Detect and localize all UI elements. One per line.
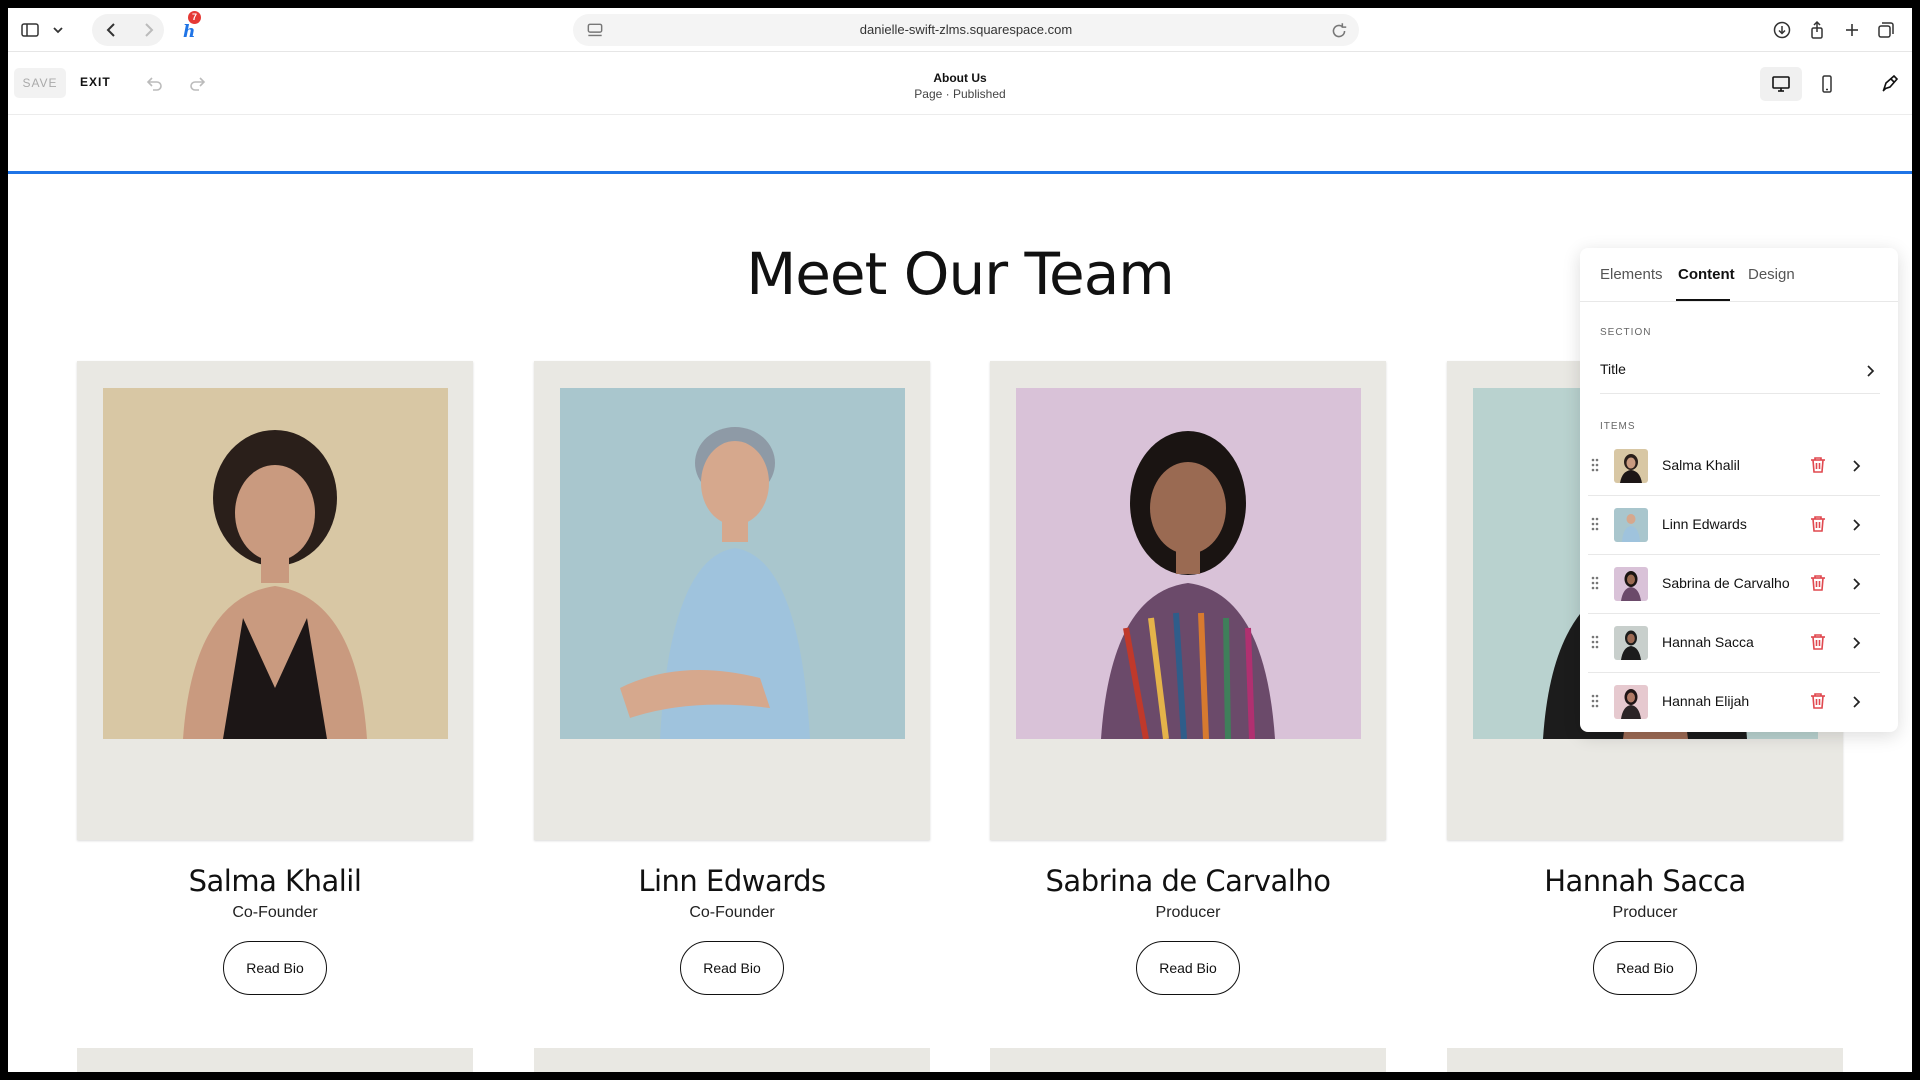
list-item[interactable]: Hannah Elijah <box>1588 673 1880 732</box>
team-card-next-row <box>77 1048 473 1072</box>
team-member-role: Co-Founder <box>689 904 775 921</box>
trash-icon[interactable] <box>1808 573 1828 593</box>
team-photo <box>103 388 448 739</box>
chevron-right-icon[interactable] <box>1850 459 1864 473</box>
item-name: Linn Edwards <box>1662 516 1747 532</box>
polaroid-frame <box>990 361 1386 840</box>
new-tab-icon[interactable] <box>1840 18 1864 42</box>
read-bio-button[interactable]: Read Bio <box>1136 941 1240 995</box>
items-label: ITEMS <box>1600 421 1636 432</box>
read-bio-button[interactable]: Read Bio <box>1593 941 1697 995</box>
trash-icon[interactable] <box>1808 455 1828 475</box>
extension-badge: 7 <box>188 11 201 24</box>
sidebar-icon[interactable] <box>18 18 42 42</box>
team-member-name: Salma Khalil <box>188 864 362 898</box>
list-item[interactable]: Linn Edwards <box>1588 496 1880 555</box>
item-name: Sabrina de Carvalho <box>1662 575 1790 591</box>
tabs-overview-icon[interactable] <box>1874 18 1898 42</box>
active-tab-indicator <box>1676 299 1730 301</box>
drag-handle-icon[interactable] <box>1590 634 1600 650</box>
tab-design[interactable]: Design <box>1748 266 1795 283</box>
chevron-right-icon[interactable] <box>1850 636 1864 650</box>
tab-content[interactable]: Content <box>1678 266 1735 283</box>
desktop-view-icon[interactable] <box>1760 67 1802 101</box>
team-card-next-row <box>1447 1048 1843 1072</box>
item-thumbnail <box>1614 508 1648 542</box>
svg-text:h: h <box>183 22 195 40</box>
section-selection-line <box>8 171 1912 174</box>
item-name: Hannah Sacca <box>1662 634 1754 650</box>
read-bio-button[interactable]: Read Bio <box>223 941 327 995</box>
item-thumbnail <box>1614 626 1648 660</box>
back-icon[interactable] <box>100 18 124 42</box>
item-thumbnail <box>1614 685 1648 719</box>
section-row-label: Title <box>1600 361 1626 377</box>
polaroid-frame <box>77 361 473 840</box>
chevron-down-icon[interactable] <box>46 18 70 42</box>
page-status: Page · Published <box>914 87 1006 101</box>
browser-chrome: h 7 danielle-swift-zlms.squarespace.com <box>8 8 1912 52</box>
drag-handle-icon[interactable] <box>1590 575 1600 591</box>
team-member-name: Linn Edwards <box>638 864 826 898</box>
drag-handle-icon[interactable] <box>1590 693 1600 709</box>
trash-icon[interactable] <box>1808 514 1828 534</box>
team-member-name: Sabrina de Carvalho <box>1045 864 1331 898</box>
item-name: Hannah Elijah <box>1662 693 1750 709</box>
list-item[interactable]: Hannah Sacca <box>1588 614 1880 673</box>
team-photo <box>560 388 905 739</box>
chevron-right-icon[interactable] <box>1850 518 1864 532</box>
site-header-area <box>8 115 1912 179</box>
team-member-role: Co-Founder <box>232 904 318 921</box>
team-member-name: Hannah Sacca <box>1544 864 1746 898</box>
content-editor-panel: Elements Content Design SECTION Title IT… <box>1580 248 1898 732</box>
item-name: Salma Khalil <box>1662 457 1740 473</box>
panel-tabs: Elements Content Design <box>1580 248 1898 302</box>
read-bio-button[interactable]: Read Bio <box>680 941 784 995</box>
url-text: danielle-swift-zlms.squarespace.com <box>859 22 1073 37</box>
team-member-role: Producer <box>1155 904 1221 921</box>
drag-handle-icon[interactable] <box>1590 516 1600 532</box>
trash-icon[interactable] <box>1808 632 1828 652</box>
polaroid-frame <box>534 361 930 840</box>
download-icon[interactable] <box>1770 18 1794 42</box>
drag-handle-icon[interactable] <box>1590 457 1600 473</box>
site-styles-icon[interactable] <box>1878 71 1902 95</box>
trash-icon[interactable] <box>1808 691 1828 711</box>
page-title: About Us <box>933 71 987 85</box>
device-view-toggle <box>1760 67 1852 101</box>
list-item[interactable]: Salma Khalil <box>1588 437 1880 496</box>
item-thumbnail <box>1614 567 1648 601</box>
chevron-right-icon <box>1867 365 1875 377</box>
share-icon[interactable] <box>1805 18 1829 42</box>
browser-window: h 7 danielle-swift-zlms.squarespace.com … <box>8 8 1912 1072</box>
address-bar[interactable]: danielle-swift-zlms.squarespace.com <box>573 14 1359 46</box>
forward-icon[interactable] <box>136 18 160 42</box>
reload-icon[interactable] <box>1329 21 1347 39</box>
list-item[interactable]: Sabrina de Carvalho <box>1588 555 1880 614</box>
item-thumbnail <box>1614 449 1648 483</box>
chevron-right-icon[interactable] <box>1850 695 1864 709</box>
team-photo <box>1016 388 1361 739</box>
mobile-view-icon[interactable] <box>1806 67 1848 101</box>
section-title-row[interactable]: Title <box>1600 354 1880 394</box>
section-label: SECTION <box>1600 327 1652 338</box>
tab-elements[interactable]: Elements <box>1600 266 1663 283</box>
chevron-right-icon[interactable] <box>1850 577 1864 591</box>
editor-toolbar: SAVE EXIT About Us Page · Published <box>8 53 1912 115</box>
team-card-next-row <box>990 1048 1386 1072</box>
team-member-role: Producer <box>1612 904 1678 921</box>
team-card-next-row <box>534 1048 930 1072</box>
